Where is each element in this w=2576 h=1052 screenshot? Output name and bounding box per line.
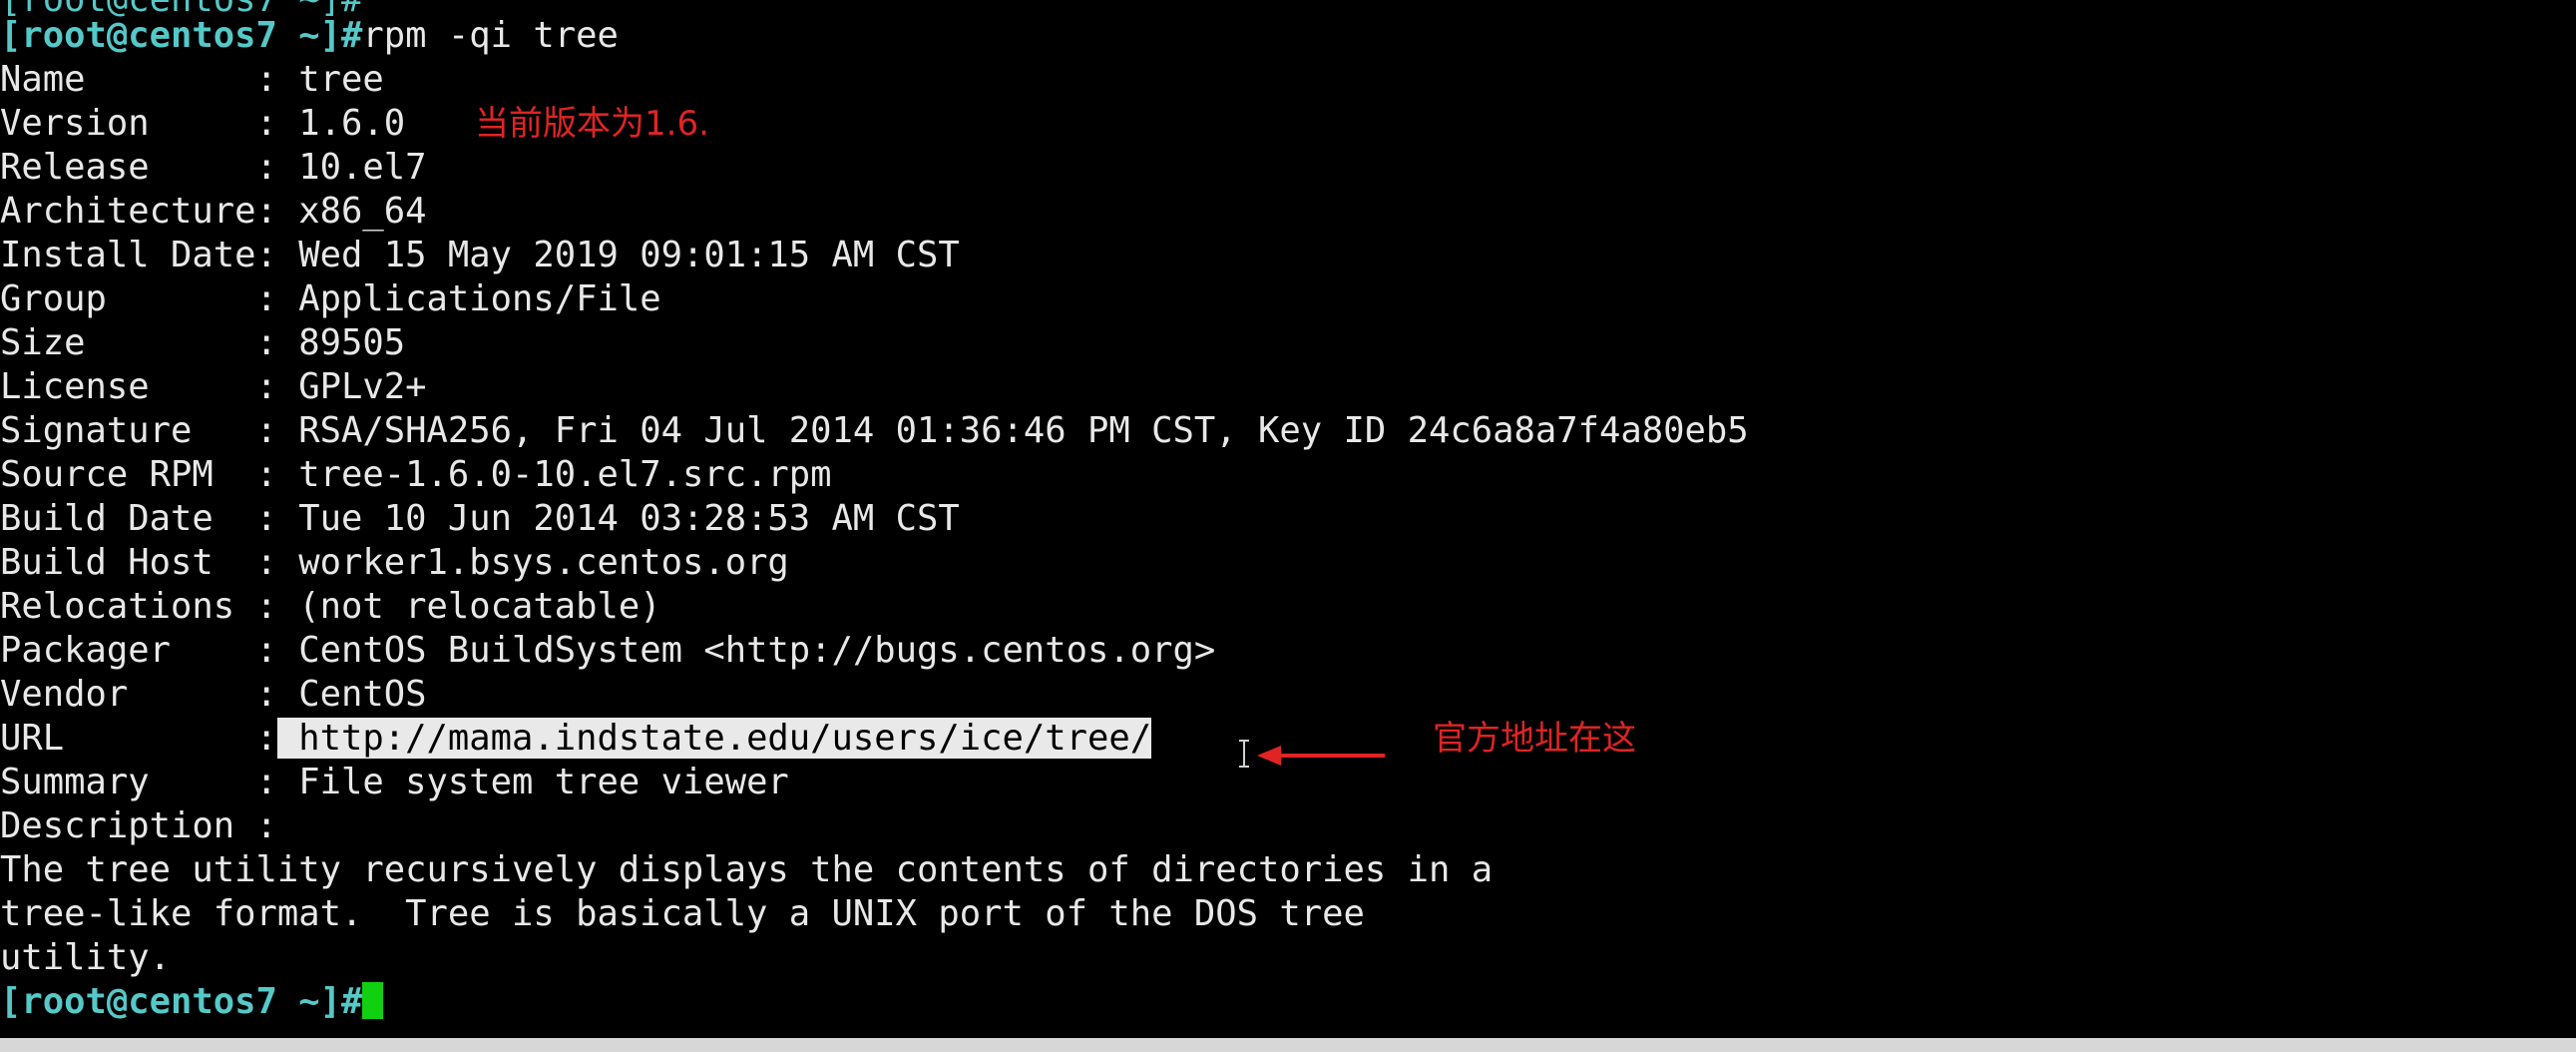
field-line-packager: Packager : CentOS BuildSystem <http://bu… — [0, 630, 1216, 671]
field-line-relocations: Relocations : (not relocatable) — [0, 586, 661, 627]
field-value: Applications/File — [298, 278, 661, 319]
field-label: Summary — [0, 762, 256, 802]
description-line: The tree utility recursively displays th… — [0, 849, 1494, 890]
field-label: Install Date — [0, 235, 256, 275]
description-line: tree-like format. Tree is basically a UN… — [0, 893, 1365, 934]
terminal-window[interactable]: [root@centos7 ~]# [root@centos7 ~]#rpm -… — [0, 0, 2576, 1052]
field-label: Source RPM — [0, 454, 256, 495]
field-value: Tue 10 Jun 2014 03:28:53 AM CST — [298, 498, 960, 539]
shell-prompt: [root@centos7 ~]# — [0, 981, 363, 1022]
field-line-build-date: Build Date : Tue 10 Jun 2014 03:28:53 AM… — [0, 498, 960, 539]
field-value: RSA/SHA256, Fri 04 Jul 2014 01:36:46 PM … — [298, 410, 1749, 451]
command-text: rpm -qi tree — [362, 15, 619, 56]
field-value: 10.el7 — [298, 147, 427, 188]
url-annotation: 官方地址在这 — [1433, 719, 1636, 759]
field-label: Release — [0, 147, 256, 188]
version-annotation: 当前版本为1.6. — [475, 104, 709, 144]
field-value: tree-1.6.0-10.el7.src.rpm — [298, 454, 832, 495]
ibeam-cursor-icon — [1239, 740, 1249, 768]
field-label: Relocations — [0, 586, 256, 627]
field-label: URL — [0, 718, 256, 759]
field-line-group: Group : Applications/File — [0, 278, 661, 319]
description-line: utility. — [0, 937, 171, 978]
field-line-install-date: Install Date: Wed 15 May 2019 09:01:15 A… — [0, 235, 960, 275]
field-label: Vendor — [0, 674, 256, 715]
field-line-release: Release : 10.el7 — [0, 147, 427, 188]
field-line-signature: Signature : RSA/SHA256, Fri 04 Jul 2014 … — [0, 410, 1749, 451]
field-value: CentOS BuildSystem <http://bugs.centos.o… — [298, 630, 1216, 671]
field-label: Version — [0, 103, 256, 144]
terminal-output: [root@centos7 ~]#rpm -qi tree Name : tre… — [0, 14, 2576, 1024]
shell-prompt: [root@centos7 ~]# — [0, 15, 363, 56]
selected-url-text[interactable]: http://mama.indstate.edu/users/ice/tree/ — [298, 718, 1152, 759]
field-label: Size — [0, 322, 256, 363]
field-label: Architecture — [0, 191, 256, 232]
field-label: Packager — [0, 630, 256, 671]
field-label: Description — [0, 805, 256, 846]
left-arrow-icon — [1257, 746, 1385, 766]
field-label: License — [0, 366, 256, 407]
field-line-size: Size : 89505 — [0, 322, 406, 363]
field-value: 1.6.0 — [298, 103, 406, 144]
field-label: Group — [0, 278, 256, 319]
field-line-version: Version : 1.6.0 当前版本为1.6. — [0, 103, 709, 144]
field-label: Name — [0, 59, 256, 100]
field-label: Build Date — [0, 498, 256, 539]
field-value: 89505 — [298, 322, 406, 363]
field-value: x86_64 — [298, 191, 427, 232]
field-value: worker1.bsys.centos.org — [298, 542, 789, 583]
field-value: GPLv2+ — [298, 366, 427, 407]
text-cursor — [362, 982, 384, 1019]
field-line-description: Description : — [0, 805, 299, 846]
field-value: (not relocatable) — [298, 586, 661, 627]
field-label: Build Host — [0, 542, 256, 583]
command-line: [root@centos7 ~]#rpm -qi tree — [0, 14, 2576, 58]
field-label: Signature — [0, 410, 256, 451]
field-value: CentOS — [298, 674, 427, 715]
field-value: tree — [298, 59, 384, 100]
field-value: Wed 15 May 2019 09:01:15 AM CST — [298, 235, 960, 275]
field-line-architecture: Architecture: x86_64 — [0, 191, 427, 232]
field-line-source-rpm: Source RPM : tree-1.6.0-10.el7.src.rpm — [0, 454, 832, 495]
field-line-vendor: Vendor : CentOS — [0, 674, 427, 715]
window-bottom-edge — [0, 1038, 2576, 1052]
field-line-summary: Summary : File system tree viewer — [0, 762, 789, 802]
field-line-build-host: Build Host : worker1.bsys.centos.org — [0, 542, 789, 583]
field-line-license: License : GPLv2+ — [0, 366, 427, 407]
field-value: File system tree viewer — [298, 762, 789, 802]
active-prompt-line[interactable]: [root@centos7 ~]# — [0, 980, 2576, 1024]
field-line-name: Name : tree — [0, 59, 384, 100]
